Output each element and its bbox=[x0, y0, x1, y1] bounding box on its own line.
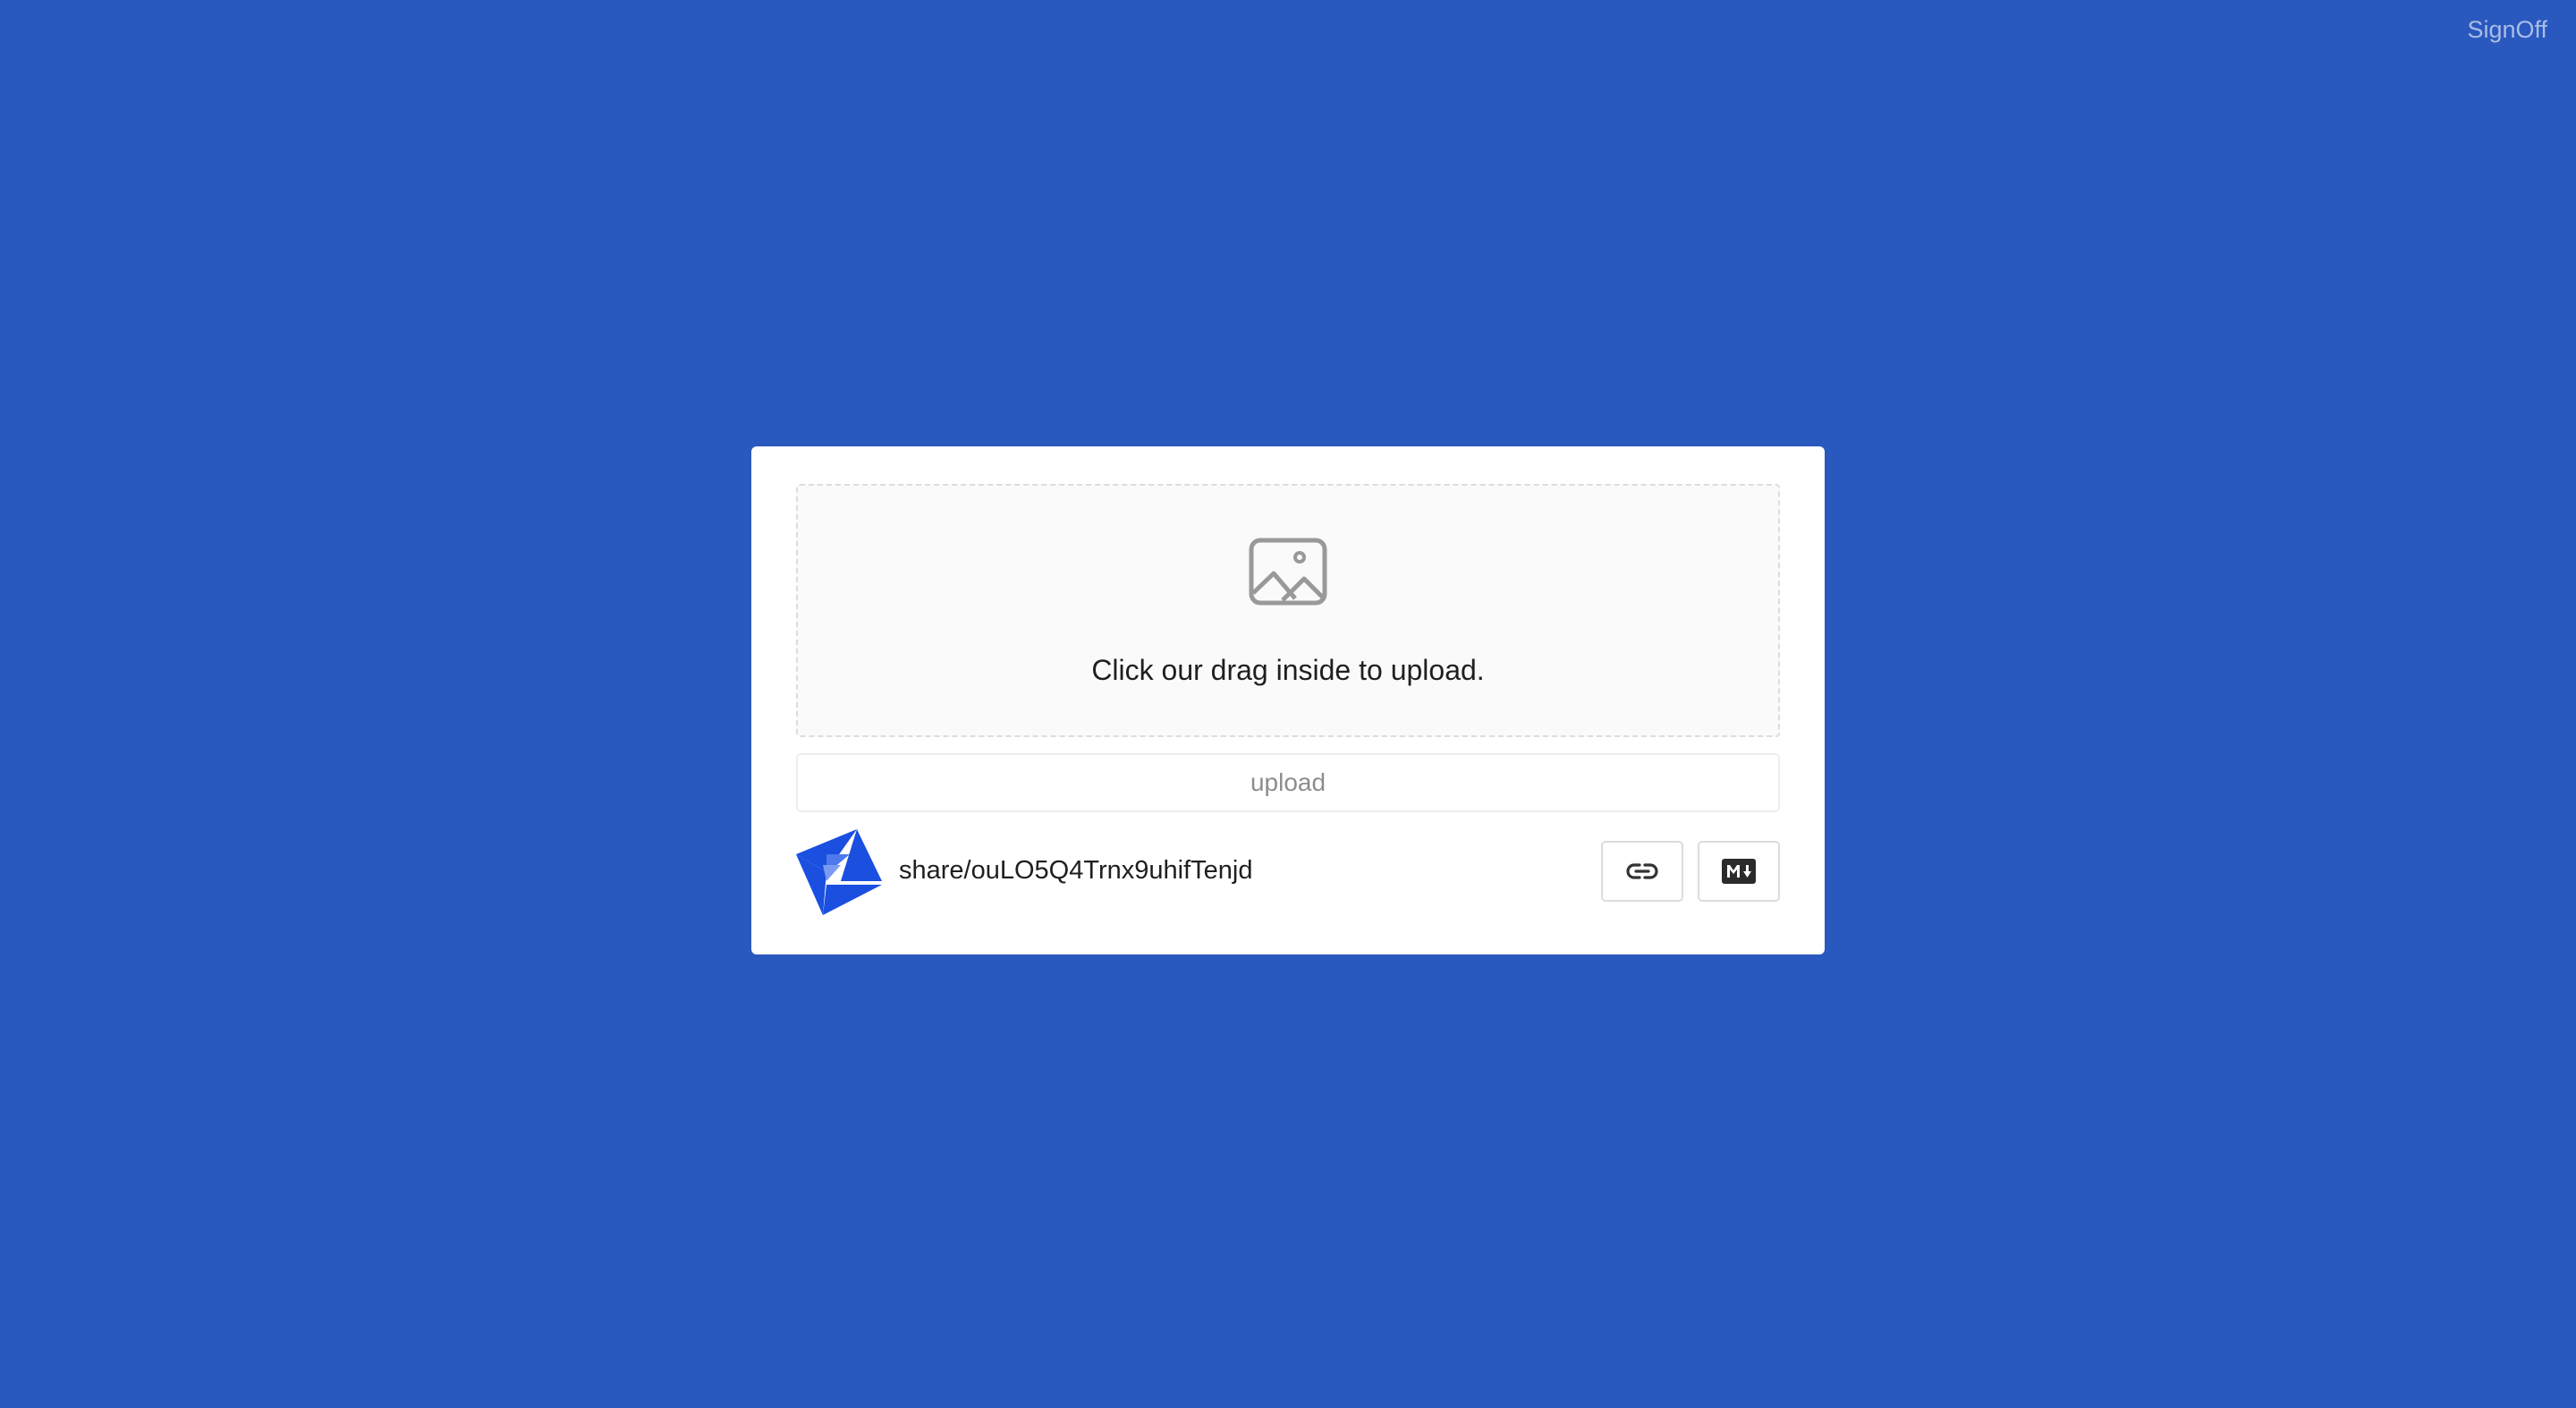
upload-button[interactable]: upload bbox=[796, 753, 1780, 812]
signoff-link[interactable]: SignOff bbox=[2467, 16, 2547, 44]
link-icon bbox=[1626, 863, 1658, 879]
uploaded-image-thumbnail bbox=[796, 829, 882, 915]
upload-card: Click our drag inside to upload. upload … bbox=[751, 446, 1825, 954]
uploaded-file-path: share/ouLO5Q4Trnx9uhifTenjd bbox=[899, 856, 1253, 885]
upload-hint: Click our drag inside to upload. bbox=[1091, 654, 1485, 686]
upload-dropzone[interactable]: Click our drag inside to upload. bbox=[796, 484, 1780, 737]
uploaded-file-row: share/ouLO5Q4Trnx9uhifTenjd bbox=[796, 829, 1780, 915]
copy-link-button[interactable] bbox=[1601, 841, 1683, 902]
copy-markdown-button[interactable] bbox=[1698, 841, 1780, 902]
image-icon bbox=[1249, 538, 1327, 606]
markdown-icon bbox=[1722, 859, 1756, 884]
